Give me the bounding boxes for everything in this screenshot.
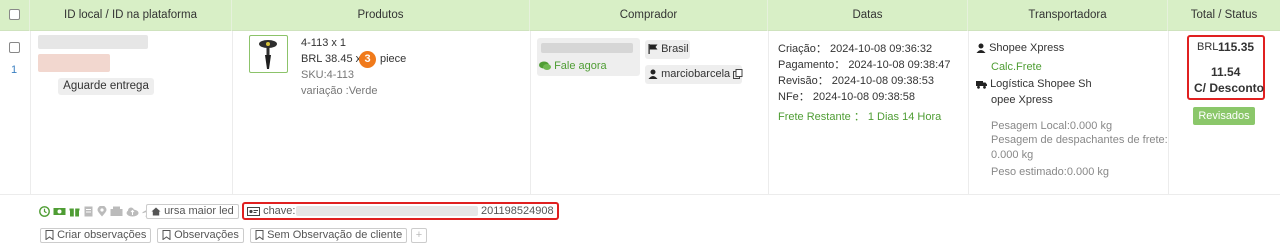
buyer-username: marciobarcela <box>645 65 743 84</box>
store-tag-label: ursa maior led <box>164 205 234 217</box>
product-variation: variação :Verde <box>301 85 378 97</box>
header-col-products: Produtos <box>232 0 530 31</box>
logistics-name-line1: Logística Shopee Sh <box>990 78 1092 90</box>
col-divider <box>1168 31 1169 194</box>
chat-now-label: Fale agora <box>554 60 607 72</box>
date-revisao: Revisão： 2024-10-08 09:38:53 <box>778 75 934 87</box>
observations-button[interactable]: Observações <box>157 228 244 243</box>
table-header: ID local / ID na plataforma Produtos Com… <box>0 0 1280 31</box>
no-customer-observation-button[interactable]: Sem Observação de cliente <box>250 228 408 243</box>
redacted-buyer-name <box>541 43 633 53</box>
truck-icon <box>976 80 987 89</box>
carrier-row: Shopee Xpress <box>976 42 1064 54</box>
header-col-total: Total / Status <box>1190 9 1258 21</box>
money-icon[interactable] <box>53 206 66 217</box>
product-thumbnail[interactable] <box>249 35 288 73</box>
col-divider <box>768 31 769 194</box>
peso-estimado: Peso estimado:0.000 kg <box>991 166 1110 178</box>
logistics-row: Logística Shopee Sh <box>976 78 1092 90</box>
redacted-chave <box>296 206 478 216</box>
country-row: Brasil <box>648 43 689 55</box>
bookmark-icon <box>162 230 171 241</box>
logistics-name-line2: opee Xpress <box>991 94 1053 106</box>
quantity-badge: 3 <box>359 51 376 68</box>
invoice-icon[interactable] <box>83 206 94 217</box>
redacted-platform-id <box>38 54 110 72</box>
product-unit: piece <box>380 53 407 65</box>
person-icon <box>976 43 986 54</box>
header-checkbox-col <box>0 0 30 31</box>
date-nfe: NFe： 2024-10-08 09:38:58 <box>778 91 915 103</box>
no-customer-observation-label: Sem Observação de cliente <box>267 229 403 241</box>
gift-icon[interactable] <box>69 206 80 217</box>
flag-icon <box>648 44 658 55</box>
product-sku: SKU:4-113 <box>301 69 354 81</box>
user-icon <box>648 69 658 80</box>
peso-despachantes: Pesagem de despachantes de frete: <box>991 134 1168 146</box>
product-name: 4-113 x 1 <box>301 37 347 49</box>
key-card-icon <box>247 206 260 216</box>
country-label: Brasil <box>661 43 689 55</box>
status-revisados-button[interactable]: Revisados <box>1193 107 1255 125</box>
peso-local: Pesagem Local:0.000 kg <box>991 120 1113 132</box>
bookmark-icon <box>45 230 54 241</box>
create-observation-label: Criar observações <box>57 229 147 241</box>
chave-row: chave: <box>247 205 295 217</box>
location-pin-icon[interactable] <box>97 205 107 217</box>
row-divider <box>0 194 1280 195</box>
row-checkbox[interactable] <box>9 42 20 53</box>
carrier-name: Shopee Xpress <box>989 42 1065 54</box>
home-icon <box>151 207 161 216</box>
date-pagamento: Pagamento： 2024-10-08 09:38:47 <box>778 59 951 71</box>
store-tag[interactable]: ursa maior led <box>146 204 239 219</box>
chat-icon <box>539 61 551 71</box>
header-col-id: ID local / ID na plataforma <box>30 0 232 31</box>
header-col-buyer: Comprador <box>530 0 768 31</box>
total-currency: BRL <box>1197 41 1219 53</box>
order-action-icons <box>39 205 153 217</box>
col-divider <box>30 31 31 194</box>
frete-restante: Frete Restante ： 1 Dias 14 Hora <box>778 111 942 123</box>
col-divider <box>530 31 531 194</box>
header-col-dates: Datas <box>768 0 968 31</box>
header-col-carrier: Transportadora <box>968 0 1168 31</box>
status-badge: Aguarde entrega <box>58 78 154 95</box>
redacted-local-id <box>38 35 148 49</box>
username-row: marciobarcela <box>648 68 743 80</box>
peso-despachantes-value: 0.000 kg <box>991 149 1034 161</box>
product-image-icon <box>259 40 277 69</box>
discount-value: 11.54 <box>1211 65 1241 79</box>
package-icon[interactable] <box>110 206 123 217</box>
clock-icon[interactable] <box>39 205 50 217</box>
buyer-card: Fale agora <box>537 38 640 76</box>
bookmark-icon <box>255 230 264 241</box>
row-index: 1 <box>11 64 18 76</box>
col-divider <box>968 31 969 194</box>
add-observation-button[interactable]: + <box>411 228 427 243</box>
observations-label: Observações <box>174 229 239 241</box>
chat-now-link[interactable]: Fale agora <box>539 60 607 72</box>
discount-label: C/ Desconto <box>1194 81 1265 95</box>
cloud-upload-icon[interactable] <box>126 206 139 217</box>
col-divider <box>232 31 233 194</box>
date-criacao: Criação： 2024-10-08 09:36:32 <box>778 43 933 55</box>
copy-icon[interactable] <box>733 69 743 80</box>
buyer-country: Brasil <box>645 40 690 59</box>
create-observation-button[interactable]: Criar observações <box>40 228 152 243</box>
chave-label: chave: <box>263 205 296 217</box>
calc-frete-link[interactable]: Calc.Frete <box>991 61 1042 73</box>
product-price: BRL 38.45 x <box>301 53 362 65</box>
total-amount: 115.35 <box>1218 40 1255 54</box>
chave-value: 201198524908 <box>481 205 554 217</box>
username-label: marciobarcela <box>661 68 731 80</box>
